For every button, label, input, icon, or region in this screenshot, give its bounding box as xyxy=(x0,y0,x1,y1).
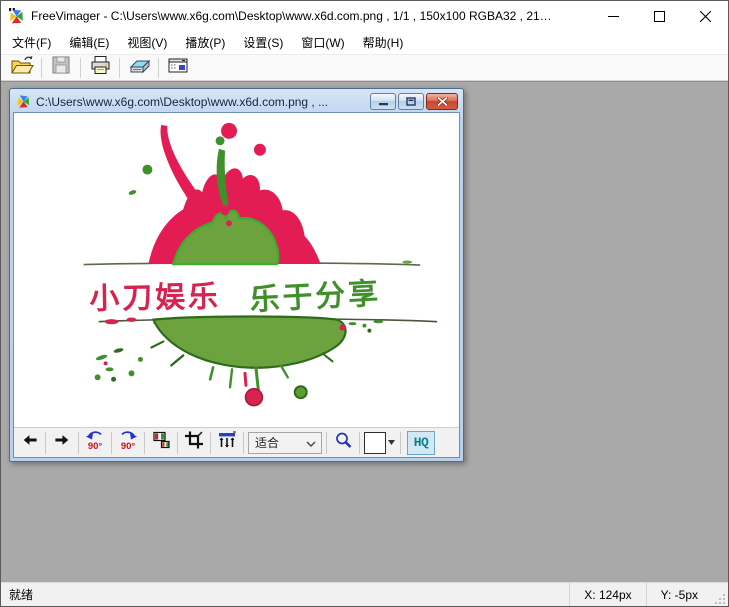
window-title: FreeVimager - C:\Users\www.x6g.com\Deskt… xyxy=(31,9,552,23)
next-icon xyxy=(54,432,71,453)
maximize-button[interactable] xyxy=(636,1,682,31)
toolbar-separator xyxy=(177,432,178,454)
toolbar-separator xyxy=(45,432,46,454)
image-window-titlebar[interactable]: C:\Users\www.x6g.com\Desktop\www.x6d.com… xyxy=(13,91,460,112)
app-window: FreeVimager - C:\Users\www.x6g.com\Deskt… xyxy=(0,0,729,607)
levels-button[interactable] xyxy=(215,431,239,455)
scan-button[interactable] xyxy=(125,56,153,80)
mdi-area: C:\Users\www.x6g.com\Desktop\www.x6d.com… xyxy=(1,81,728,584)
zoom-mode-select[interactable]: 适合 xyxy=(248,432,322,454)
magnifier-icon xyxy=(334,431,353,455)
batch-icon xyxy=(167,56,189,80)
child-minimize-button[interactable] xyxy=(370,93,396,110)
cursor-x-readout: X: 124px xyxy=(569,583,645,606)
zoom-mode-value: 适合 xyxy=(255,434,279,451)
svg-text:90°: 90° xyxy=(121,441,136,452)
rotate-cw-button[interactable]: 90° xyxy=(116,431,140,455)
crop-button[interactable] xyxy=(182,431,206,455)
logo-text-red: 小刀娱乐 xyxy=(89,280,221,315)
rotate-ccw-button[interactable]: 90° xyxy=(83,431,107,455)
colors-button[interactable] xyxy=(149,431,173,455)
prev-icon xyxy=(21,432,38,453)
status-text: 就绪 xyxy=(1,586,569,603)
menu-item-settings[interactable]: 设置(S) xyxy=(234,30,292,55)
toolbar-separator xyxy=(119,58,120,78)
hq-toggle-button[interactable]: HQ xyxy=(407,431,435,455)
image-window[interactable]: C:\Users\www.x6g.com\Desktop\www.x6d.com… xyxy=(9,88,464,462)
batch-button[interactable] xyxy=(164,56,192,80)
splash-logo: 小刀娱乐 乐于分享 xyxy=(14,113,459,427)
app-icon xyxy=(8,8,25,25)
svg-text:90°: 90° xyxy=(88,441,103,452)
save-button[interactable] xyxy=(47,56,75,80)
toolbar-separator xyxy=(41,58,42,78)
menu-item-edit[interactable]: 编辑(E) xyxy=(60,30,118,55)
toolbar-separator xyxy=(400,432,401,454)
toolbar-separator xyxy=(80,58,81,78)
image-canvas[interactable]: 小刀娱乐 乐于分享 xyxy=(14,113,459,427)
image-window-controls xyxy=(370,93,458,110)
print-button[interactable] xyxy=(86,56,114,80)
menubar: 文件(F) 编辑(E) 视图(V) 播放(P) 设置(S) 窗口(W) 帮助(H… xyxy=(1,31,728,54)
colors-icon xyxy=(151,430,171,455)
window-controls xyxy=(590,1,728,31)
toolbar-separator xyxy=(78,432,79,454)
menu-item-help[interactable]: 帮助(H) xyxy=(354,30,413,55)
levels-icon xyxy=(217,430,237,455)
prev-image-button[interactable] xyxy=(17,431,41,455)
menu-item-play[interactable]: 播放(P) xyxy=(176,30,234,55)
toolbar-separator xyxy=(243,432,244,454)
zoom-tool-button[interactable] xyxy=(331,431,355,455)
crop-icon xyxy=(184,430,204,455)
image-window-title: C:\Users\www.x6g.com\Desktop\www.x6d.com… xyxy=(36,95,366,109)
main-toolbar xyxy=(1,54,728,81)
rotate-cw-icon: 90° xyxy=(116,428,140,457)
open-button[interactable] xyxy=(8,56,36,80)
minimize-button[interactable] xyxy=(590,1,636,31)
menu-item-window[interactable]: 窗口(W) xyxy=(292,30,353,55)
scan-icon xyxy=(128,56,151,80)
swatch-dropdown-arrow[interactable] xyxy=(386,440,396,445)
image-toolbar: 90° 90° xyxy=(14,427,459,457)
child-close-button[interactable] xyxy=(426,93,458,110)
chevron-down-icon xyxy=(306,436,316,450)
toolbar-separator xyxy=(210,432,211,454)
titlebar: FreeVimager - C:\Users\www.x6g.com\Deskt… xyxy=(1,1,728,31)
rotate-ccw-icon: 90° xyxy=(83,428,107,457)
bg-color-swatch[interactable] xyxy=(364,432,386,454)
child-restore-button[interactable] xyxy=(398,93,424,110)
print-icon xyxy=(89,55,111,80)
toolbar-separator xyxy=(158,58,159,78)
open-icon xyxy=(10,55,34,81)
image-window-icon xyxy=(16,94,31,109)
resize-grip[interactable] xyxy=(712,583,728,606)
status-bar: 就绪 X: 124px Y: -5px xyxy=(1,582,728,606)
next-image-button[interactable] xyxy=(50,431,74,455)
logo-text-green: 乐于分享 xyxy=(249,276,382,317)
menu-item-view[interactable]: 视图(V) xyxy=(118,30,176,55)
toolbar-separator xyxy=(359,432,360,454)
toolbar-separator xyxy=(326,432,327,454)
menu-item-file[interactable]: 文件(F) xyxy=(3,30,60,55)
toolbar-separator xyxy=(144,432,145,454)
image-window-body: 小刀娱乐 乐于分享 xyxy=(13,112,460,458)
background-color-picker[interactable] xyxy=(364,432,396,454)
cursor-y-readout: Y: -5px xyxy=(646,583,712,606)
close-button[interactable] xyxy=(682,1,728,31)
toolbar-separator xyxy=(111,432,112,454)
save-icon xyxy=(51,55,71,80)
